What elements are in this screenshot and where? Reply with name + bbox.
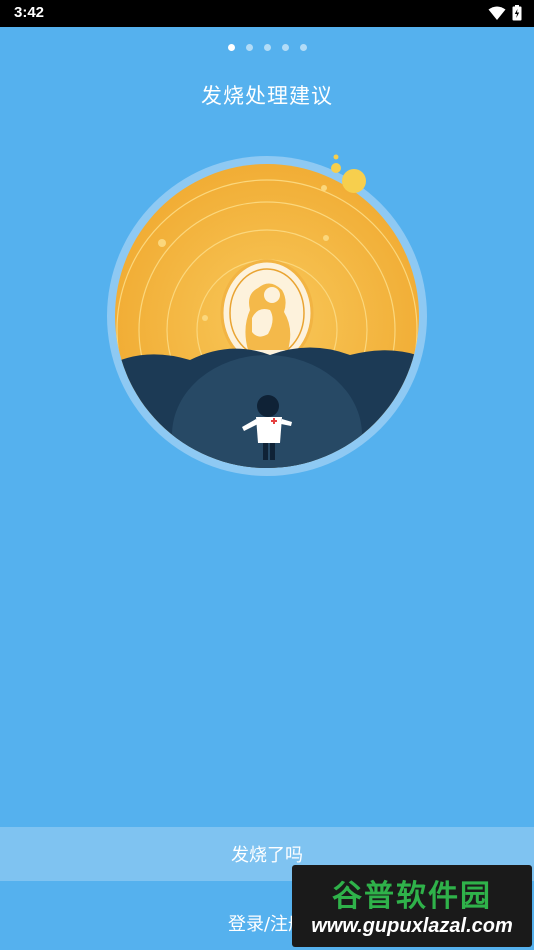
page-indicator <box>0 44 534 51</box>
page-dot-3[interactable] <box>263 44 271 51</box>
wifi-icon <box>488 6 506 20</box>
page-dot-5[interactable] <box>299 44 307 51</box>
page-dot-2[interactable] <box>245 44 253 51</box>
watermark-logo: 谷普软件园 www.gupuxlazal.com <box>292 865 532 947</box>
page-dot-1[interactable] <box>227 44 235 51</box>
watermark-title: 谷普软件园 <box>332 879 492 914</box>
page-dot-4[interactable] <box>281 44 289 51</box>
status-icons <box>488 5 522 21</box>
page-title: 发烧处理建议 <box>201 84 333 108</box>
watermark-url: www.gupuxlazal.com <box>311 915 513 937</box>
battery-icon <box>512 5 522 21</box>
status-time: 3:42 <box>14 4 45 21</box>
status-bar: 3:42 <box>0 0 534 27</box>
fever-illustration <box>107 154 427 476</box>
